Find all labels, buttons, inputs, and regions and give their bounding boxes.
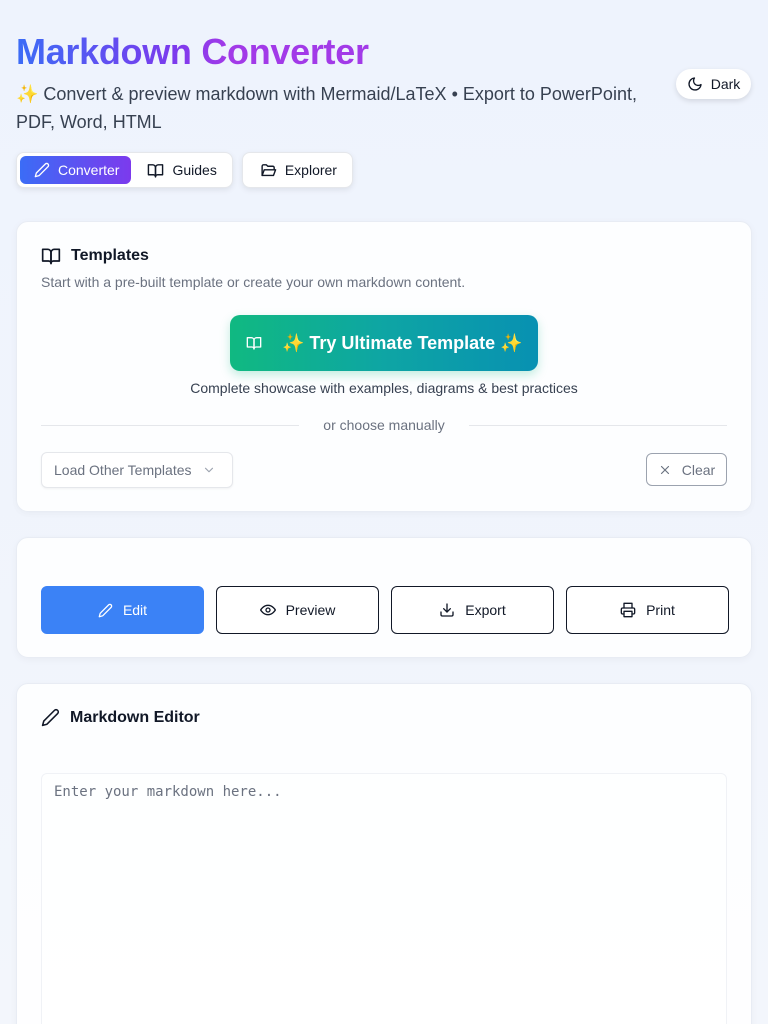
templates-card: Templates Start with a pre-built templat… xyxy=(16,221,752,512)
tab-explorer-label: Explorer xyxy=(284,162,337,178)
divider-text: or choose manually xyxy=(323,417,445,433)
mode-buttons: Edit Preview Export Print xyxy=(41,586,729,634)
folder-open-icon xyxy=(260,162,277,179)
app-title: Markdown Converter xyxy=(16,31,369,72)
print-button[interactable]: Print xyxy=(566,586,729,634)
printer-icon xyxy=(620,602,636,618)
preview-label: Preview xyxy=(285,602,336,618)
nav-tabs: Converter Guides Explorer xyxy=(16,152,353,188)
export-button[interactable]: Export xyxy=(391,586,554,634)
load-templates-label: Load Other Templates xyxy=(54,462,192,478)
templates-heading: Templates xyxy=(41,246,465,266)
moon-icon xyxy=(687,76,703,92)
chevron-down-icon xyxy=(202,463,216,477)
clear-label: Clear xyxy=(681,461,716,478)
templates-title: Templates xyxy=(71,247,149,264)
dark-mode-label: Dark xyxy=(710,76,741,92)
pencil-icon xyxy=(98,603,113,618)
try-ultimate-template-label: ✨ Try Ultimate Template ✨ xyxy=(282,332,523,353)
tab-converter[interactable]: Converter xyxy=(20,156,132,184)
markdown-editor-textarea[interactable] xyxy=(41,773,727,1024)
edit-button[interactable]: Edit xyxy=(41,586,204,634)
editor-card: Markdown Editor xyxy=(16,683,752,1024)
tab-explorer[interactable]: Explorer xyxy=(246,156,349,184)
preview-button[interactable]: Preview xyxy=(216,586,379,634)
templates-description: Start with a pre-built template or creat… xyxy=(41,274,466,290)
book-icon xyxy=(147,162,164,179)
editor-title: Markdown Editor xyxy=(70,708,200,726)
pencil-icon xyxy=(41,708,60,727)
edit-label: Edit xyxy=(122,602,148,618)
clear-button[interactable]: Clear xyxy=(646,453,727,486)
download-icon xyxy=(439,602,455,618)
app-subtitle: ✨ Convert & preview markdown with Mermai… xyxy=(16,84,637,132)
close-icon xyxy=(658,463,672,477)
dark-mode-toggle[interactable]: Dark xyxy=(676,69,751,99)
tab-converter-label: Converter xyxy=(58,162,120,178)
eye-icon xyxy=(259,602,276,618)
print-label: Print xyxy=(646,602,675,618)
export-label: Export xyxy=(465,602,506,618)
pencil-icon xyxy=(34,162,50,178)
book-icon xyxy=(41,246,61,266)
divider-line-left xyxy=(41,424,300,426)
mode-card: Edit Preview Export Print xyxy=(16,537,752,658)
tab-guides[interactable]: Guides xyxy=(133,156,228,184)
editor-heading: Markdown Editor xyxy=(41,708,200,727)
try-ultimate-template-button[interactable]: ✨ Try Ultimate Template ✨ xyxy=(230,315,538,371)
tab-group-main: Converter Guides xyxy=(16,152,233,188)
divider-line-right xyxy=(468,424,727,426)
tab-guides-label: Guides xyxy=(172,162,217,178)
ultimate-template-caption: Complete showcase with examples, diagram… xyxy=(190,380,578,396)
book-open-icon xyxy=(246,335,262,351)
choose-manually-divider: or choose manually xyxy=(41,417,727,433)
load-templates-select[interactable]: Load Other Templates xyxy=(41,452,233,488)
tab-group-explorer: Explorer xyxy=(241,152,353,188)
